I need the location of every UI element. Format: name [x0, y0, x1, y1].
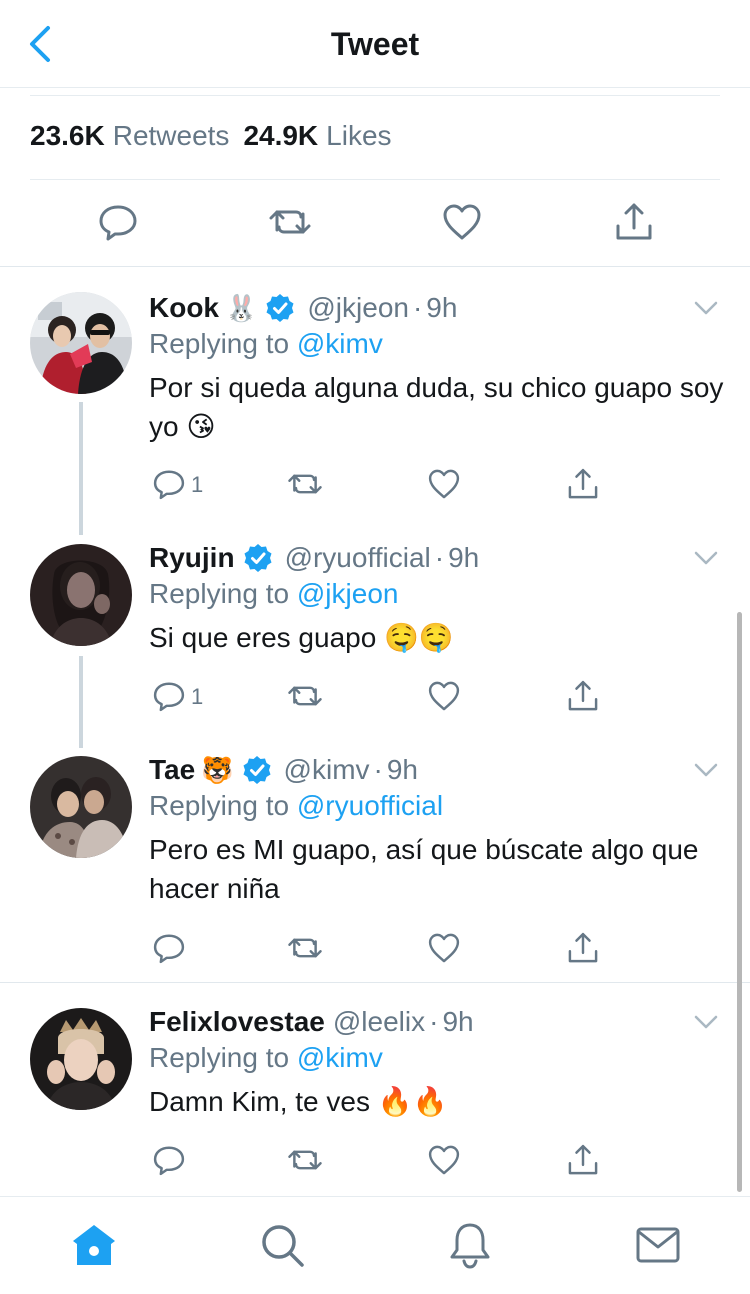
separator-dot: · [412, 292, 423, 323]
display-name[interactable]: Tae [149, 754, 195, 786]
replying-to-handle[interactable]: @jkjeon [297, 578, 399, 609]
home-icon[interactable] [70, 1221, 118, 1269]
like-icon[interactable] [426, 466, 462, 502]
likes-label[interactable]: Likes [326, 120, 391, 152]
separator-dot: · [434, 542, 445, 573]
divider [0, 266, 750, 267]
verified-badge-icon [243, 756, 271, 784]
reply-icon[interactable] [151, 678, 187, 714]
replying-to: Replying to @jkjeon [149, 578, 398, 610]
share-icon[interactable] [565, 1142, 601, 1178]
username[interactable]: @kimv [284, 754, 370, 786]
tweet-text: Si que eres guapo 🤤🤤 [149, 622, 454, 653]
retweet-icon[interactable] [268, 200, 312, 244]
retweet-icon[interactable] [287, 930, 323, 966]
share-icon[interactable] [612, 200, 656, 244]
share-icon[interactable] [565, 678, 601, 714]
like-icon[interactable] [440, 200, 484, 244]
replying-to-handle[interactable]: @ryuofficial [297, 790, 443, 821]
chevron-down-icon[interactable] [692, 294, 720, 322]
messages-icon[interactable] [634, 1221, 682, 1269]
chevron-down-icon[interactable] [692, 1008, 720, 1036]
replying-to-handle[interactable]: @kimv [297, 1042, 383, 1073]
likes-count[interactable]: 24.9K [243, 120, 318, 152]
scrollbar[interactable] [737, 612, 742, 1192]
tweet-header: Tae 🐯 @kimv · 9h [149, 750, 418, 790]
replying-to: Replying to @ryuofficial [149, 790, 443, 822]
share-icon[interactable] [565, 466, 601, 502]
tweet-actions: 1 [149, 466, 609, 506]
username[interactable]: @jkjeon [307, 292, 409, 324]
separator-dot: · [373, 754, 383, 785]
avatar[interactable] [30, 292, 132, 394]
tweet-text: Damn Kim, te ves 🔥🔥 [149, 1086, 448, 1117]
tweet-header: Kook 🐰 @jkjeon · 9h [149, 288, 457, 328]
like-icon[interactable] [426, 1142, 462, 1178]
replying-to: Replying to @kimv [149, 1042, 383, 1074]
tweet-actions: 1 [149, 678, 609, 718]
page-title: Tweet [330, 26, 420, 62]
name-emoji: 🐰 [225, 292, 258, 323]
tweet-actions [149, 930, 609, 970]
retweet-icon[interactable] [287, 466, 323, 502]
thread-connector [79, 402, 83, 535]
reply-icon[interactable] [96, 200, 140, 244]
reply-count: 1 [191, 684, 204, 709]
bottom-tab-bar [0, 1196, 750, 1294]
replying-to-label: Replying to [149, 328, 290, 359]
retweets-count[interactable]: 23.6K [30, 120, 105, 152]
replying-to-label: Replying to [149, 1042, 290, 1073]
username[interactable]: @ryuofficial [285, 542, 431, 574]
notifications-icon[interactable] [446, 1221, 494, 1269]
separator-dot: · [429, 1006, 439, 1037]
search-icon[interactable] [258, 1221, 306, 1269]
like-icon[interactable] [426, 930, 462, 966]
verified-badge-icon [266, 294, 294, 322]
retweet-icon[interactable] [287, 678, 323, 714]
timestamp[interactable]: 9h [448, 542, 479, 574]
timestamp[interactable]: 9h [387, 754, 418, 786]
timestamp[interactable]: 9h [442, 1006, 473, 1038]
replying-to: Replying to @kimv [149, 328, 383, 360]
avatar[interactable] [30, 544, 132, 646]
name-emoji: 🐯 [201, 754, 234, 785]
reply-icon[interactable] [151, 466, 187, 502]
replying-to-label: Replying to [149, 790, 290, 821]
share-icon[interactable] [565, 930, 601, 966]
username[interactable]: @leelix [333, 1006, 425, 1038]
tweet-text: Pero es MI guapo, así que búscate algo q… [149, 834, 699, 904]
chevron-down-icon[interactable] [692, 544, 720, 572]
tweet-header: Ryujin @ryuofficial · 9h [149, 538, 479, 578]
replying-to-label: Replying to [149, 578, 290, 609]
thread-connector [79, 656, 83, 748]
display-name[interactable]: Kook [149, 292, 219, 324]
reply-icon[interactable] [151, 930, 187, 966]
divider [30, 179, 720, 180]
divider [0, 982, 750, 983]
reply-icon[interactable] [151, 1142, 187, 1178]
chevron-down-icon[interactable] [692, 756, 720, 784]
divider [30, 95, 720, 96]
reply-count: 1 [191, 472, 204, 497]
timestamp[interactable]: 9h [426, 292, 457, 324]
display-name[interactable]: Ryujin [149, 542, 235, 574]
display-name[interactable]: Felixlovestae [149, 1006, 325, 1038]
tweet-text: Por si queda alguna duda, su chico guapo… [149, 372, 724, 442]
retweets-label[interactable]: Retweets [113, 120, 230, 152]
replying-to-handle[interactable]: @kimv [297, 328, 383, 359]
verified-badge-icon [244, 544, 272, 572]
tweet-actions [149, 1142, 609, 1182]
tweet-stats: 23.6K Retweets 24.9K Likes [30, 120, 406, 152]
avatar[interactable] [30, 1008, 132, 1110]
main-tweet-actions [30, 196, 720, 252]
top-bar: Tweet [0, 0, 750, 88]
like-icon[interactable] [426, 678, 462, 714]
tweet-header: Felixlovestae @leelix · 9h [149, 1002, 474, 1042]
avatar[interactable] [30, 756, 132, 858]
retweet-icon[interactable] [287, 1142, 323, 1178]
